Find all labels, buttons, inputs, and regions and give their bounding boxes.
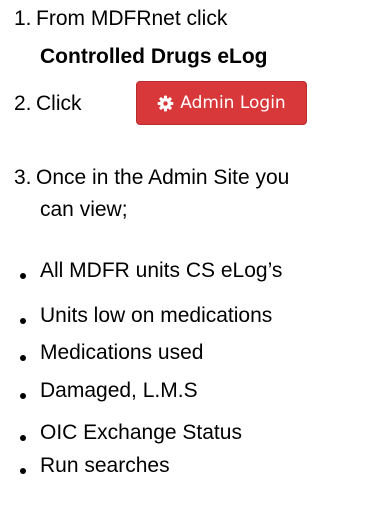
bullet-item: Medications used — [40, 341, 204, 364]
bullet-dot — [20, 355, 26, 361]
step1-bold-text: Controlled Drugs eLog — [40, 45, 268, 68]
step1-number: 1. — [14, 7, 32, 30]
step3-number: 3. — [14, 166, 32, 189]
step2-text: Click — [36, 92, 82, 115]
bullet-dot — [20, 468, 26, 474]
bullet-dot — [20, 393, 26, 399]
step3-text-continued: can view; — [40, 198, 128, 221]
admin-login-button[interactable]: Admin Login — [136, 81, 307, 125]
step2-number: 2. — [14, 92, 32, 115]
step1-text: From MDFRnet click — [36, 7, 228, 30]
bullet-item: OIC Exchange Status — [40, 421, 242, 444]
bullet-item: Damaged, L.M.S — [40, 379, 198, 402]
bullet-dot — [20, 435, 26, 441]
bullet-item: Units low on medications — [40, 304, 273, 327]
bullet-item: Run searches — [40, 454, 170, 477]
bullet-item: All MDFR units CS eLog’s — [40, 259, 283, 282]
bullet-dot — [20, 318, 26, 324]
bullet-dot — [20, 273, 26, 279]
step3-text: Once in the Admin Site you — [36, 166, 290, 189]
admin-login-label: Admin Login — [180, 93, 286, 113]
gear-icon — [157, 95, 174, 112]
